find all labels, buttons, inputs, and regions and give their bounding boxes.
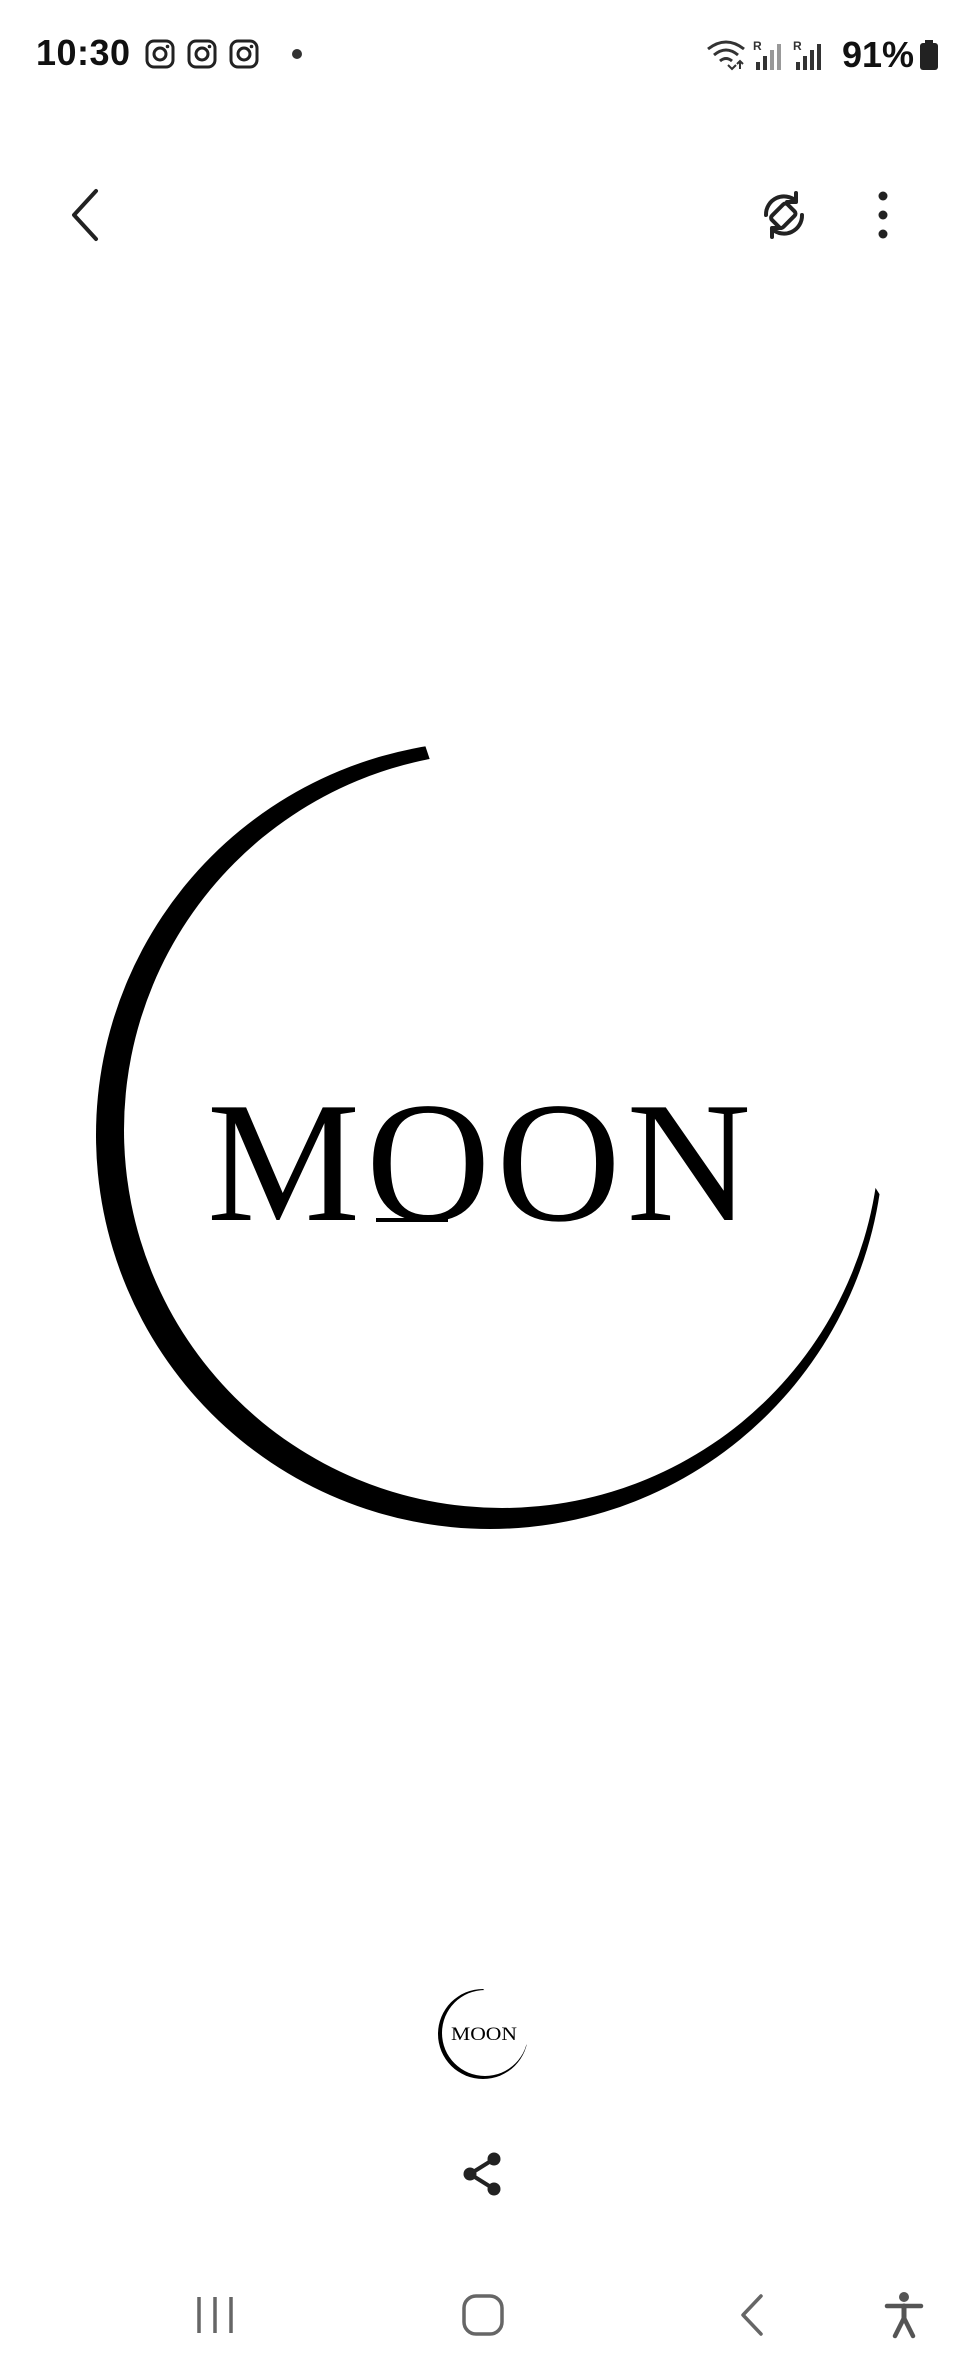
home-icon — [462, 2294, 504, 2336]
accessibility-icon — [884, 2292, 924, 2339]
status-bar: 10:30 R R 91% — [0, 0, 968, 110]
moon-logo-image: MOON — [96, 730, 968, 1529]
rotate-button[interactable] — [752, 180, 816, 250]
status-icons: R R 91% — [706, 34, 938, 76]
instagram-icon — [187, 39, 217, 69]
screen-rotate-icon — [763, 191, 805, 239]
home-button[interactable] — [448, 2280, 518, 2350]
logo-text: MOON — [207, 1068, 757, 1258]
more-options-button[interactable] — [858, 180, 908, 250]
image-thumbnail[interactable]: MOON — [432, 1982, 532, 2082]
accessibility-button[interactable] — [874, 2280, 934, 2350]
wifi-icon — [707, 40, 745, 71]
instagram-icon — [229, 39, 259, 69]
dot-icon — [292, 49, 302, 59]
thumbnail-text: MOON — [451, 2024, 517, 2045]
instagram-icon — [145, 39, 175, 69]
logo-underline — [376, 1218, 448, 1222]
signal-icon: R — [793, 39, 821, 70]
battery-percent: 91% — [841, 34, 914, 75]
more-vertical-icon — [878, 191, 888, 239]
signal-icon: R — [753, 39, 781, 70]
battery-icon — [920, 40, 938, 70]
image-viewer[interactable]: MOON — [0, 290, 968, 1930]
notification-icons — [144, 38, 302, 70]
chevron-left-icon — [72, 189, 98, 241]
back-button[interactable] — [56, 180, 116, 250]
recents-icon — [197, 2297, 233, 2333]
signal-label: R — [753, 39, 762, 53]
top-app-bar — [0, 170, 968, 260]
navigation-bar — [0, 2270, 968, 2376]
status-time: 10:30 — [36, 32, 131, 73]
nav-back-button[interactable] — [722, 2280, 782, 2350]
recents-button[interactable] — [180, 2280, 250, 2350]
signal-label: R — [793, 39, 802, 53]
back-icon — [741, 2294, 763, 2336]
share-icon — [463, 2152, 501, 2196]
thumbnail-logo: MOON — [438, 1982, 532, 2079]
share-button[interactable] — [456, 2148, 508, 2200]
